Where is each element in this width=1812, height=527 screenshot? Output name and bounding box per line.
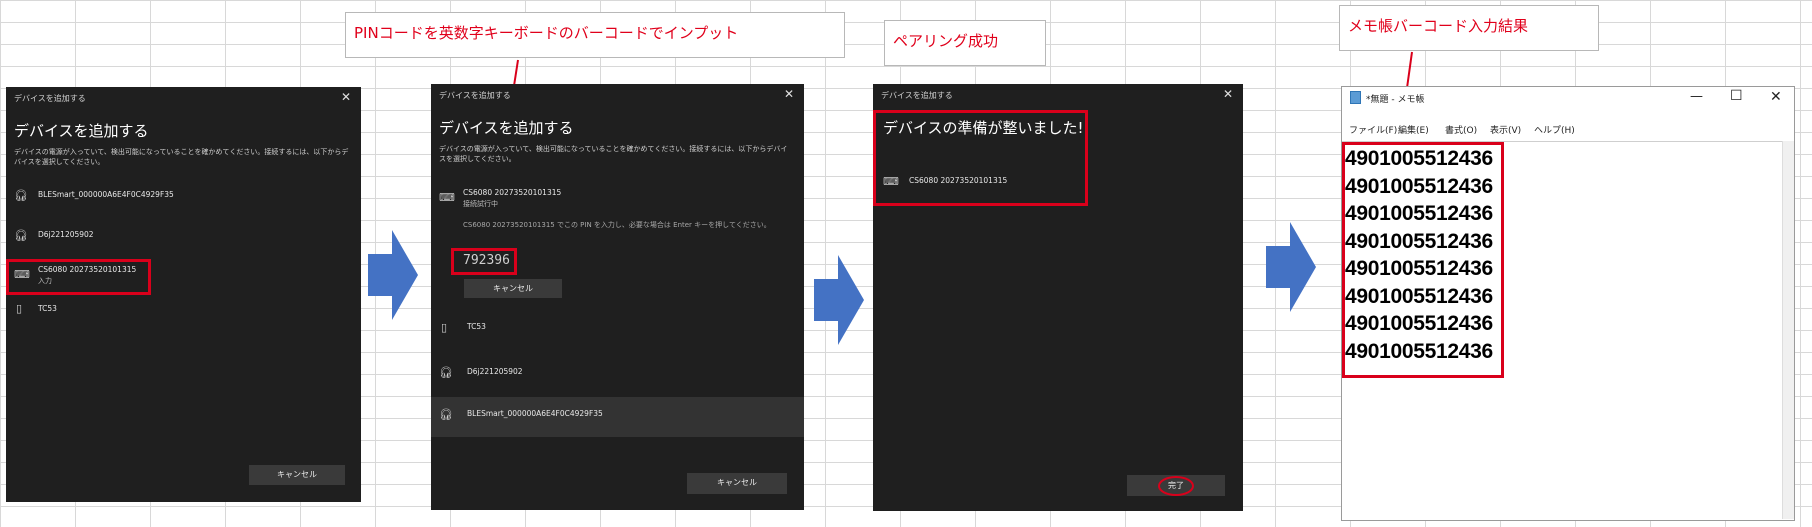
- notepad-icon: [1350, 91, 1361, 104]
- callout-notepad-result: メモ帳バーコード入力結果: [1339, 5, 1599, 51]
- notepad-title: *無題 - メモ帳: [1366, 95, 1425, 105]
- device-item-d6j[interactable]: 🎧︎ D6j221205902: [12, 225, 352, 255]
- pin-cancel-button[interactable]: キャンセル: [464, 279, 562, 298]
- keyboard-icon: ⌨: [439, 191, 455, 204]
- device-item-connecting[interactable]: ⌨ CS6080 20273520101315 接続試行中: [437, 184, 797, 214]
- device-name: CS6080 20273520101315: [463, 188, 562, 197]
- maximize-button[interactable]: ☐: [1730, 88, 1743, 104]
- flow-arrow-1: [368, 230, 418, 320]
- dialog-heading: デバイスを追加する: [14, 122, 149, 140]
- menu-format[interactable]: 書式(O): [1445, 123, 1477, 136]
- cancel-button[interactable]: キャンセル: [249, 465, 345, 485]
- device-item-tc53[interactable]: ▯ TC53: [12, 299, 352, 329]
- device-name: BLESmart_000000A6E4F0C4929F35: [38, 190, 174, 199]
- pin-highlight-box: [451, 248, 517, 275]
- notepad-editor[interactable]: 4901005512436 4901005512436 490100551243…: [1342, 141, 1782, 519]
- dialog-title: デバイスを追加する: [439, 91, 511, 100]
- device-name: TC53: [38, 304, 57, 313]
- notepad-menubar: ファイル(F) 編集(E) 書式(O) 表示(V) ヘルプ(H): [1342, 122, 1794, 137]
- flow-arrow-3: [1266, 222, 1316, 312]
- vertical-scrollbar[interactable]: [1782, 141, 1794, 519]
- minimize-button[interactable]: —: [1690, 89, 1703, 104]
- dialog-description: デバイスの電源が入っていて、検出可能になっていることを確かめてください。接続する…: [14, 148, 349, 166]
- phone-icon: ▯: [16, 302, 23, 315]
- callout-pin-input: PINコードを英数字キーボードのバーコードでインプット: [345, 12, 845, 58]
- headset-icon: 🎧︎: [14, 189, 28, 202]
- headset-icon: 🎧︎: [439, 366, 453, 379]
- notepad-window: *無題 - メモ帳 — ☐ ✕ ファイル(F) 編集(E) 書式(O) 表示(V…: [1341, 86, 1795, 521]
- add-device-dialog-1: デバイスを追加する ✕ デバイスを追加する デバイスの電源が入っていて、検出可能…: [6, 87, 361, 502]
- output-highlight-box: [1342, 142, 1504, 378]
- close-icon[interactable]: ✕: [1223, 87, 1233, 101]
- close-button[interactable]: ✕: [1770, 89, 1782, 105]
- device-ready-dialog: デバイスを追加する ✕ デバイスの準備が整いました! ⌨ CS6080 2027…: [873, 84, 1243, 511]
- add-device-dialog-2: デバイスを追加する ✕ デバイスを追加する デバイスの電源が入っていて、検出可能…: [431, 84, 804, 510]
- phone-icon: ▯: [441, 321, 448, 334]
- notepad-titlebar: *無題 - メモ帳 — ☐ ✕: [1342, 87, 1794, 109]
- ready-highlight-box: [873, 110, 1088, 206]
- device-item-blesmart[interactable]: 🎧︎ BLESmart_000000A6E4F0C4929F35: [12, 185, 352, 215]
- callout-pairing-success: ペアリング成功: [884, 20, 1046, 66]
- device-item-d6j[interactable]: 🎧︎ D6j221205902: [437, 359, 797, 389]
- device-name: D6j221205902: [38, 230, 94, 239]
- dialog-description: デバイスの電源が入っていて、検出可能になっていることを確かめてください。接続する…: [439, 145, 788, 163]
- close-icon[interactable]: ✕: [784, 87, 794, 101]
- device-item-tc53[interactable]: ▯ TC53: [437, 314, 797, 344]
- device-name: BLESmart_000000A6E4F0C4929F35: [467, 409, 603, 418]
- done-button[interactable]: 完了: [1127, 475, 1225, 496]
- headset-icon: 🎧︎: [439, 408, 453, 421]
- menu-help[interactable]: ヘルプ(H): [1534, 123, 1575, 136]
- headset-icon: 🎧︎: [14, 229, 28, 242]
- device-item-blesmart[interactable]: 🎧︎ BLESmart_000000A6E4F0C4929F35: [431, 397, 804, 437]
- dialog-heading: デバイスを追加する: [439, 119, 574, 137]
- menu-file[interactable]: ファイル(F): [1349, 123, 1397, 136]
- cancel-button[interactable]: キャンセル: [687, 473, 787, 494]
- close-icon[interactable]: ✕: [341, 90, 351, 104]
- menu-edit[interactable]: 編集(E): [1398, 123, 1429, 136]
- menu-view[interactable]: 表示(V): [1490, 123, 1521, 136]
- device-name: TC53: [467, 322, 486, 331]
- dialog-title: デバイスを追加する: [14, 94, 86, 103]
- pin-instruction: CS6080 20273520101315 でこの PIN を入力し、必要な場合…: [463, 221, 771, 229]
- dialog-title: デバイスを追加する: [881, 91, 953, 100]
- flow-arrow-2: [814, 255, 864, 345]
- done-label: 完了: [1158, 476, 1194, 496]
- connecting-status: 接続試行中: [463, 200, 498, 208]
- device-name: D6j221205902: [467, 367, 523, 376]
- highlight-box: [6, 259, 151, 295]
